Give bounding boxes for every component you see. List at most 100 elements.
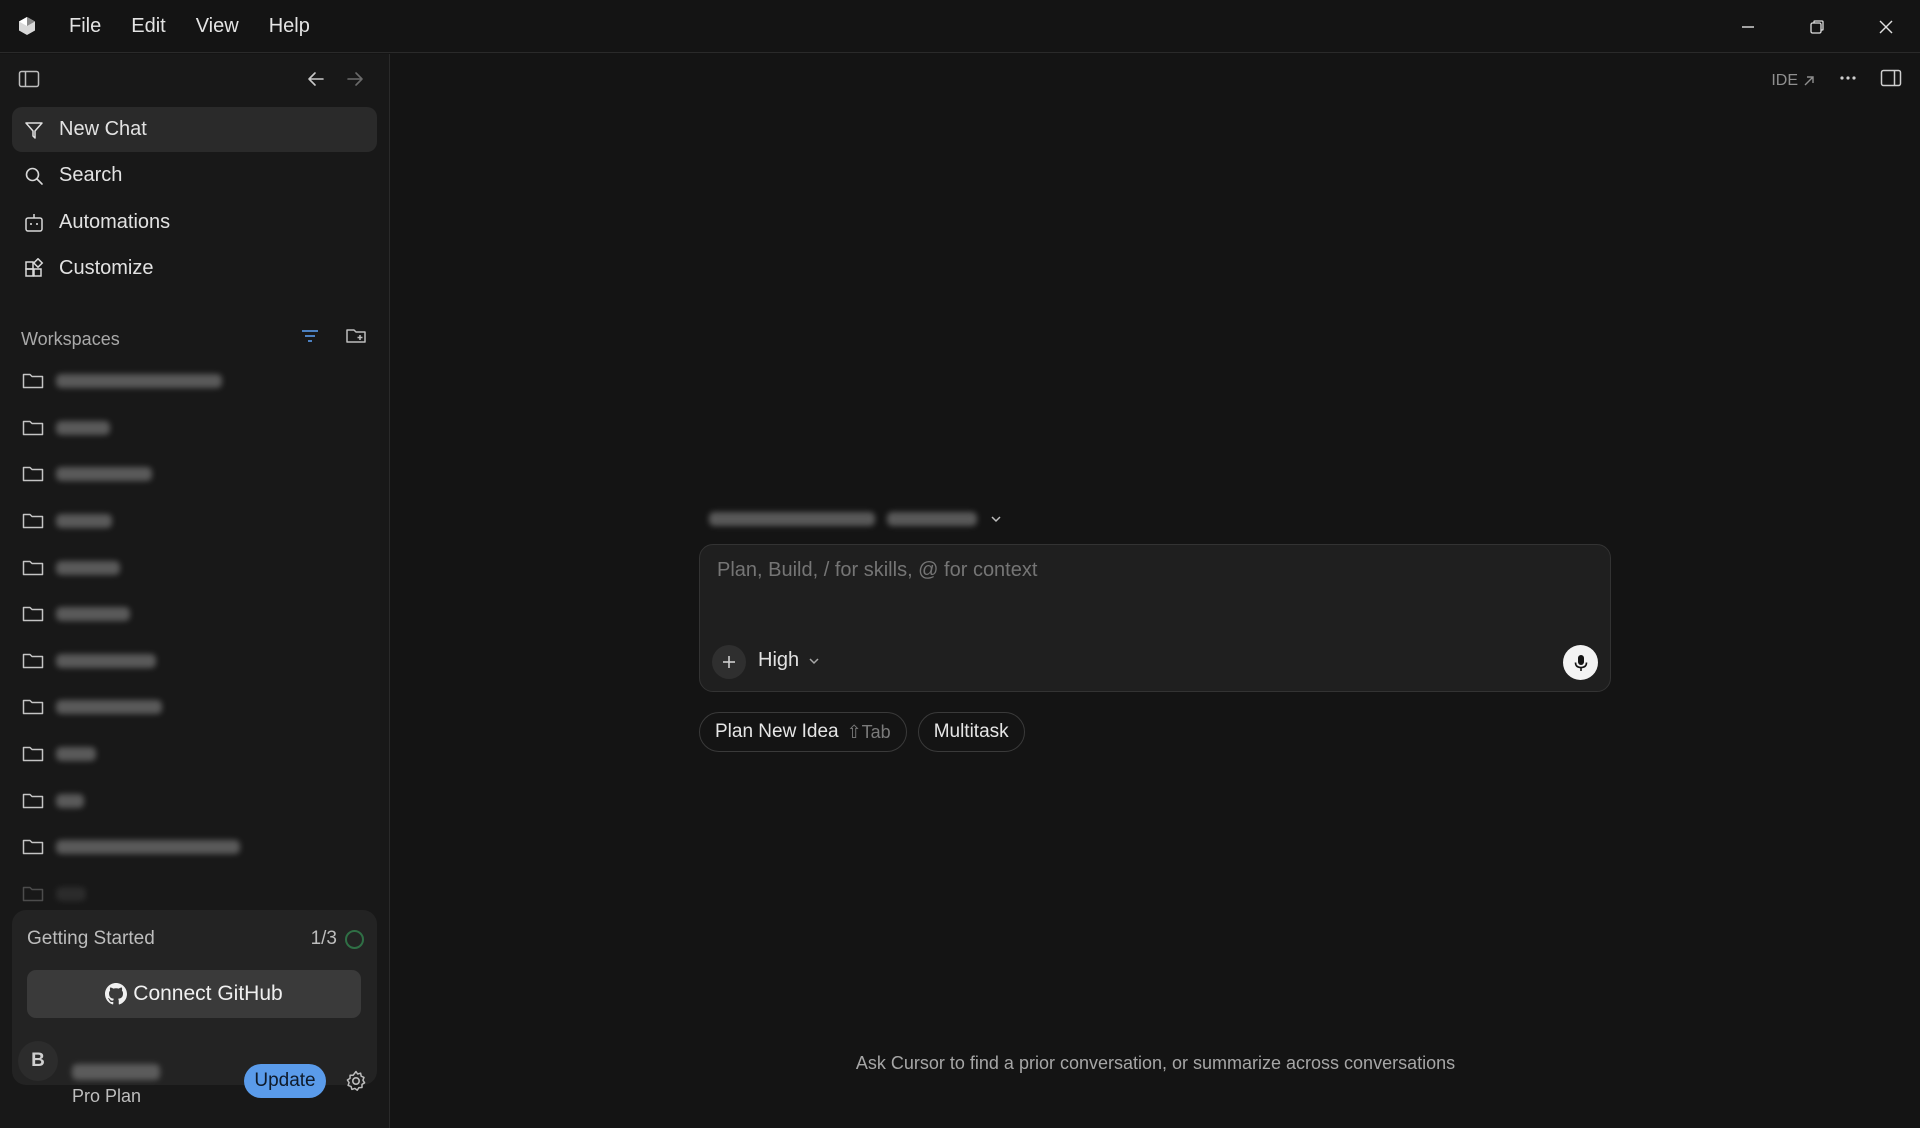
list-item[interactable]: [0, 684, 389, 731]
github-icon: [105, 983, 128, 1005]
multitask-chip[interactable]: Multitask: [917, 712, 1025, 752]
menu-file[interactable]: File: [54, 0, 116, 52]
folder-icon: [22, 743, 44, 765]
external-link-icon: [1804, 75, 1814, 85]
list-item[interactable]: [0, 591, 389, 638]
list-item[interactable]: [0, 638, 389, 685]
plan-new-idea-chip[interactable]: Plan New Idea ⇧Tab: [699, 712, 907, 752]
folder-icon: [22, 417, 44, 439]
minimize-icon: [1741, 25, 1754, 28]
list-item[interactable]: [0, 777, 389, 824]
connect-github-label: Connect GitHub: [133, 982, 283, 1005]
mode-selector[interactable]: High: [758, 649, 821, 672]
main-toolbar: IDE: [1771, 68, 1902, 93]
sidebar-toggle-icon[interactable]: [18, 69, 40, 94]
redacted-workspace-name: [56, 840, 240, 855]
connect-github-button[interactable]: Connect GitHub: [27, 970, 361, 1018]
gear-icon[interactable]: [344, 1069, 368, 1098]
list-item[interactable]: [0, 451, 389, 498]
sidebar-toolbar: [0, 54, 389, 106]
menu-help[interactable]: Help: [254, 0, 325, 52]
chip-label: Multitask: [933, 721, 1009, 742]
plus-icon: [723, 656, 735, 668]
avatar[interactable]: B: [18, 1041, 58, 1081]
automations-icon: [22, 211, 46, 235]
window-controls: [1713, 0, 1920, 53]
forward-arrow-icon[interactable]: [344, 68, 366, 95]
update-button[interactable]: Update: [244, 1064, 326, 1098]
redacted-workspace-name: [56, 886, 86, 901]
menu-edit[interactable]: Edit: [116, 0, 180, 52]
sidebar-item-label: Automations: [59, 211, 171, 233]
sidebar-item-new-chat[interactable]: New Chat: [12, 107, 377, 152]
filter-icon[interactable]: [299, 326, 321, 351]
progress-ring-icon: [345, 930, 364, 949]
panel-toggle-icon[interactable]: [1880, 68, 1902, 93]
list-item[interactable]: [0, 544, 389, 591]
redacted-workspace-name: [56, 793, 84, 808]
suggestion-chips: Plan New Idea ⇧Tab Multitask: [699, 712, 1025, 752]
footer-hint: Ask Cursor to find a prior conversation,…: [855, 1053, 1456, 1073]
chevron-down-icon: [991, 516, 1001, 523]
workspaces-label: Workspaces: [21, 328, 120, 349]
folder-icon: [22, 650, 44, 672]
sidebar-item-label: Customize: [59, 257, 154, 279]
new-folder-icon[interactable]: [345, 326, 369, 351]
user-plan: Pro Plan: [72, 1086, 142, 1106]
list-item[interactable]: [0, 824, 389, 871]
folder-icon: [22, 463, 44, 485]
list-item[interactable]: [0, 498, 389, 545]
chip-label: Plan New Idea: [715, 721, 839, 742]
folder-icon: [22, 883, 44, 905]
restore-icon: [1809, 19, 1824, 34]
list-item[interactable]: [0, 731, 389, 778]
context-selector[interactable]: [709, 504, 1003, 534]
search-icon: [22, 164, 46, 188]
list-item[interactable]: [0, 358, 389, 405]
getting-started-title: Getting Started: [27, 928, 155, 949]
close-button[interactable]: [1851, 0, 1920, 53]
sidebar-item-automations[interactable]: Automations: [12, 200, 377, 245]
sidebar-item-customize[interactable]: Customize: [12, 246, 377, 291]
back-arrow-icon[interactable]: [305, 68, 327, 95]
ide-label: IDE: [1771, 71, 1798, 89]
redacted-workspace-name: [56, 560, 120, 575]
menu-view[interactable]: View: [181, 0, 254, 52]
menu-bar: File Edit View Help: [54, 0, 325, 52]
prompt-input[interactable]: [717, 559, 1577, 582]
folder-icon: [22, 510, 44, 532]
add-attachment-button[interactable]: [712, 645, 746, 679]
sidebar-item-label: Search: [59, 164, 123, 186]
workspaces-header: Workspaces: [21, 324, 371, 354]
customize-icon: [22, 257, 46, 281]
title-bar: File Edit View Help: [0, 0, 1920, 53]
redacted-workspace-name: [56, 514, 112, 529]
close-icon: [1879, 20, 1892, 33]
sidebar: New Chat Search Automations Customize Wo…: [0, 54, 390, 1128]
sidebar-item-search[interactable]: Search: [12, 153, 377, 198]
workspace-list: [0, 358, 389, 950]
ide-link[interactable]: IDE: [1771, 72, 1816, 90]
folder-icon: [22, 696, 44, 718]
voice-input-button[interactable]: [1563, 645, 1598, 680]
list-item[interactable]: [0, 405, 389, 452]
redacted-workspace-name: [56, 467, 152, 482]
minimize-button[interactable]: [1713, 0, 1782, 53]
restore-button[interactable]: [1782, 0, 1851, 53]
chevron-down-icon: [809, 657, 819, 664]
redacted-workspace-name: [56, 700, 162, 715]
chat-composer: High: [699, 544, 1611, 692]
folder-icon: [22, 370, 44, 392]
more-options-icon[interactable]: [1838, 68, 1858, 93]
microphone-icon: [1574, 654, 1587, 671]
redacted-workspace-name: [56, 653, 156, 668]
folder-icon: [22, 836, 44, 858]
redacted-workspace-name: [56, 374, 222, 389]
folder-icon: [22, 603, 44, 625]
getting-started-progress: 1/3: [310, 928, 337, 949]
mode-label: High: [758, 649, 800, 671]
sidebar-item-label: New Chat: [59, 118, 147, 140]
main-panel: IDE High Plan New Idea ⇧Tab: [391, 54, 1920, 1128]
redacted-user-name: [72, 1064, 160, 1080]
shortcut-hint: ⇧Tab: [846, 721, 891, 742]
